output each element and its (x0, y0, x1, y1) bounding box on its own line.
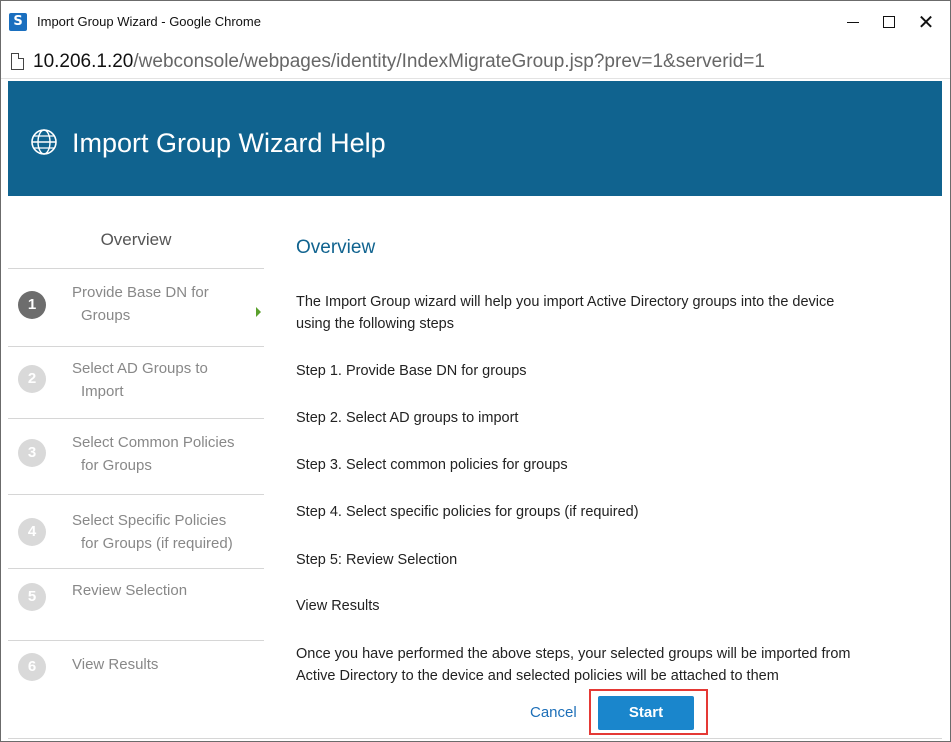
footer-divider (8, 738, 942, 739)
url-text[interactable]: 10.206.1.20/webconsole/webpages/identity… (33, 50, 765, 74)
url-host: 10.206.1.20 (33, 51, 134, 72)
page-title: Import Group Wizard Help (72, 128, 386, 158)
step-label-line1: View Results (72, 656, 159, 673)
app-logo-icon: S (9, 13, 27, 31)
step-text-1: Step 1. Provide Base DN for groups (296, 363, 527, 379)
step-label: View Results (72, 653, 262, 676)
sidebar-step-6[interactable]: 6 View Results (8, 641, 264, 711)
sidebar-step-3[interactable]: 3 Select Common Policies for Groups (8, 419, 264, 489)
sidebar-step-1[interactable]: 1 Provide Base DN for Groups (8, 269, 264, 339)
close-button[interactable]: ✕ (904, 7, 948, 37)
step-text-4: Step 4. Select specific policies for gro… (296, 504, 639, 520)
step-number-badge: 4 (18, 518, 46, 546)
sidebar-title: Overview (100, 230, 172, 249)
intro-text: The Import Group wizard will help you im… (296, 291, 931, 335)
step-label-line1: Select AD Groups to (72, 360, 208, 377)
outro-line: Active Directory to the device and selec… (296, 668, 779, 684)
intro-line: The Import Group wizard will help you im… (296, 294, 835, 310)
step-label: Select Common Policies for Groups (72, 431, 262, 477)
address-bar[interactable]: 10.206.1.20/webconsole/webpages/identity… (1, 45, 950, 79)
content-title: Overview (296, 237, 376, 258)
step-text-5: Step 5: Review Selection (296, 552, 458, 568)
maximize-icon (883, 16, 895, 28)
cancel-button[interactable]: Cancel (530, 703, 577, 723)
sidebar-step-2[interactable]: 2 Select AD Groups to Import (8, 347, 264, 417)
step-text-6: View Results (296, 598, 380, 614)
url-path: /webconsole/webpages/identity/IndexMigra… (133, 51, 765, 72)
page-icon (11, 53, 24, 70)
sidebar-step-4[interactable]: 4 Select Specific Policies for Groups (if… (8, 495, 264, 565)
step-number-badge: 2 (18, 365, 46, 393)
step-label-line1: Provide Base DN for (72, 284, 209, 301)
title-bar: S Import Group Wizard - Google Chrome ✕ (1, 1, 950, 45)
close-icon: ✕ (917, 10, 935, 34)
step-number-badge: 5 (18, 583, 46, 611)
step-label-line2: for Groups (if required) (81, 535, 233, 552)
start-button[interactable]: Start (598, 696, 694, 730)
step-number-badge: 3 (18, 439, 46, 467)
sidebar-step-5[interactable]: 5 Review Selection (8, 569, 264, 639)
minimize-icon (847, 21, 859, 23)
step-label-line1: Review Selection (72, 582, 188, 599)
step-text-2: Step 2. Select AD groups to import (296, 410, 519, 426)
step-label: Provide Base DN for Groups (72, 281, 262, 327)
window-title: Import Group Wizard - Google Chrome (37, 14, 261, 29)
outro-text: Once you have performed the above steps,… (296, 643, 931, 687)
outro-line: Once you have performed the above steps,… (296, 646, 851, 662)
step-label: Review Selection (72, 579, 262, 602)
step-label-line1: Select Common Policies (72, 434, 235, 451)
step-label: Select Specific Policies for Groups (if r… (72, 509, 262, 555)
step-number-badge: 6 (18, 653, 46, 681)
globe-icon (31, 129, 57, 155)
step-text-3: Step 3. Select common policies for group… (296, 457, 568, 473)
header-banner: Import Group Wizard Help (8, 81, 942, 196)
step-label-line2: Import (81, 383, 124, 400)
step-label-line2: Groups (81, 307, 131, 324)
step-label: Select AD Groups to Import (72, 357, 262, 403)
intro-line: using the following steps (296, 316, 454, 332)
step-label-line2: for Groups (81, 457, 152, 474)
overview-content: Overview The Import Group wizard will he… (296, 236, 936, 684)
step-number-badge: 1 (18, 291, 46, 319)
step-label-line1: Select Specific Policies (72, 512, 227, 529)
active-step-arrow-icon (256, 307, 261, 317)
